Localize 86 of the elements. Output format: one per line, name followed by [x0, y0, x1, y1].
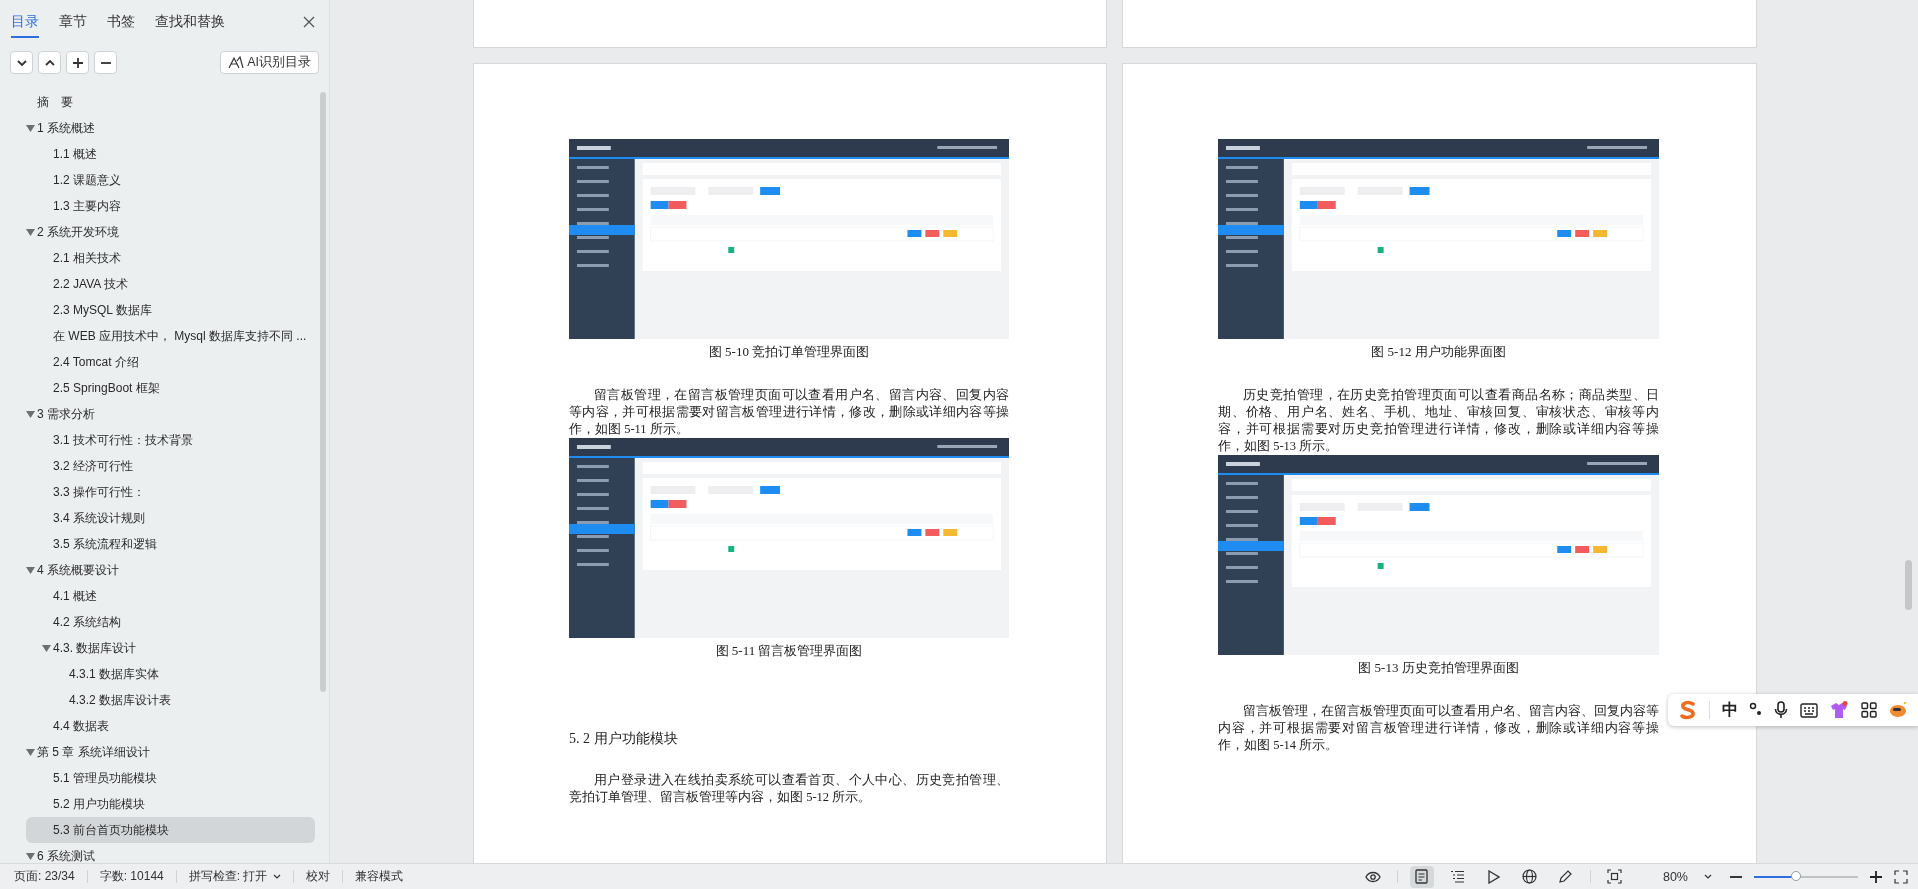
triangle-icon[interactable] [26, 566, 35, 574]
toc-item[interactable]: 2.3 MySQL 数据库 [26, 297, 315, 323]
paragraph: 用户登录进入在线拍卖系统可以查看首页、个人中心、历史竞拍管理、竞拍订单管理、留言板管理等内容，如图 5-12 所示。 [569, 772, 1009, 806]
toc-item[interactable]: 5.1 管理员功能模块 [26, 765, 315, 791]
toc-item[interactable]: 2.2 JAVA 技术 [26, 271, 315, 297]
toc-item[interactable]: 在 WEB 应用技术中， Mysql 数据库支持不同 ... [26, 323, 315, 349]
shirt-icon[interactable] [1829, 701, 1850, 719]
toc-item[interactable]: 4.3. 数据库设计 [26, 635, 315, 661]
page-count[interactable]: 页面: 23/34 [14, 868, 75, 885]
ai-toc-button[interactable]: AI识别目录 [220, 51, 319, 74]
toc-item[interactable]: 3.5 系统流程和逻辑 [26, 531, 315, 557]
close-icon[interactable] [303, 16, 315, 28]
toc-item[interactable]: 3.2 经济可行性 [26, 453, 315, 479]
sidebar-tab[interactable]: 查找和替换 [155, 10, 225, 38]
expand-button[interactable] [66, 51, 89, 74]
collapse-button[interactable] [94, 51, 117, 74]
toc-item[interactable]: 3.4 系统设计规则 [26, 505, 315, 531]
triangle-icon[interactable] [26, 124, 35, 132]
view-button[interactable] [1409, 865, 1434, 888]
punctuation-icon[interactable] [1749, 702, 1764, 718]
toc-item[interactable]: 2.1 相关技术 [26, 245, 315, 271]
compat-mode-label: 兼容模式 [355, 868, 404, 885]
caret-icon [1704, 874, 1712, 879]
toc-item[interactable]: 3.1 技术可行性：技术背景 [26, 427, 315, 453]
keyboard-icon[interactable] [1799, 702, 1818, 718]
toc-item[interactable]: 5.2 用户功能模块 [26, 791, 315, 817]
toc-item[interactable]: 4.1 概述 [26, 583, 315, 609]
scrollbar[interactable] [1905, 560, 1912, 610]
grid-icon[interactable] [1860, 702, 1877, 718]
figure-caption: 图 5-13 历史竞拍管理界面图 [1357, 659, 1520, 677]
play-icon [1487, 869, 1501, 884]
ai-icon [228, 56, 245, 69]
toc-item[interactable]: 2 系统开发环境 [26, 219, 315, 245]
paragraph: 留言板管理，在留言板管理页面可以查看用户名、留言内容、回复内容等内容，并可根据需要对留言板管理进行详情，修改，删除或详细内容等操作，如图 5-14 所示。 [1218, 703, 1659, 754]
fit-icon [1607, 869, 1623, 884]
toc-item[interactable]: 2.4 Tomcat 介绍 [26, 349, 315, 375]
pen-icon [1558, 869, 1574, 884]
paragraph: 历史竞拍管理，在历史竞拍管理页面可以查看商品名称；商品类型、日期、价格、用户名、姓名、手机、地址、审核回复、审核状态、审核等内容，并可根据需要对历史竞拍管理进行详情，修改，删除或详细内容等操作，如图 5-13 所示。 [1218, 387, 1659, 455]
figure-caption: 图 5-10 竞拍订单管理界面图 [707, 343, 871, 361]
toc-item[interactable]: 4.2 系统结构 [26, 609, 315, 635]
sidebar-tab[interactable]: 章节 [59, 10, 87, 38]
page-icon [1415, 869, 1429, 884]
sidebar-tab[interactable]: 书签 [107, 10, 135, 38]
toc-item[interactable]: 4.4 数据表 [26, 713, 315, 739]
spell-check-dropdown[interactable]: 拼写检查: 打开 [188, 868, 282, 885]
globe-icon [1522, 869, 1538, 884]
triangle-icon[interactable] [26, 852, 35, 860]
toc-item[interactable]: 1.1 概述 [26, 141, 315, 167]
mascot-icon[interactable] [1888, 702, 1909, 718]
toc-item[interactable]: 1.3 主要内容 [26, 193, 315, 219]
word-count[interactable]: 字数: 10144 [99, 868, 164, 885]
toc-item[interactable]: 4.3.1 数据库实体 [26, 661, 315, 687]
triangle-icon[interactable] [26, 228, 35, 236]
microphone-icon[interactable] [1774, 701, 1789, 719]
figure-caption: 图 5-11 留言板管理界面图 [714, 642, 864, 660]
toc-item[interactable]: 3.3 操作可行性： [26, 479, 315, 505]
toc-item[interactable]: 1 系统概述 [26, 115, 315, 141]
figure-caption: 图 5-12 用户功能界面图 [1370, 343, 1507, 361]
toc-item[interactable]: 2.5 SpringBoot 框架 [26, 375, 315, 401]
toc-item[interactable]: 摘 要 [26, 89, 315, 115]
proofread-link[interactable]: 校对 [306, 868, 331, 885]
section-heading: 5. 2 用户功能模块 [569, 730, 679, 748]
toc-item[interactable]: 4.3.2 数据库设计表 [26, 687, 315, 713]
plus-icon [71, 56, 84, 69]
triangle-icon[interactable] [26, 410, 35, 418]
paragraph: 留言板管理，在留言板管理页面可以查看用户名、留言内容、回复内容等内容，并可根据需要对留言板管理进行详情，修改，删除或详细内容等操作，如图 5-11 所示。 [569, 387, 1009, 438]
toc-item[interactable]: 第 5 章 系统详细设计 [26, 739, 315, 765]
scrollbar[interactable] [320, 92, 326, 692]
sidebar-tab[interactable]: 目录 [11, 10, 39, 38]
toc-item[interactable]: 4 系统概要设计 [26, 557, 315, 583]
toc-item[interactable]: 1.2 课题意义 [26, 167, 315, 193]
caret-icon [273, 874, 282, 879]
expand-up-button[interactable] [38, 51, 61, 74]
toc-item[interactable]: 5.3 前台首页功能模块 [26, 817, 315, 843]
toc-item[interactable]: 3 需求分析 [26, 401, 315, 427]
triangle-icon[interactable] [42, 644, 51, 652]
s-logo-icon[interactable] [1677, 700, 1698, 720]
outline-icon [1450, 870, 1466, 883]
zoom-dropdown[interactable]: 80% [1656, 868, 1718, 885]
collapse-down-button[interactable] [10, 51, 33, 74]
input-mode-toggle[interactable]: 中 [1721, 699, 1738, 721]
fullscreen-icon[interactable] [1894, 869, 1908, 884]
toc-item[interactable]: 6 系统测试 [26, 843, 315, 863]
eye-icon [1364, 870, 1381, 883]
zoom-in-icon[interactable] [1870, 870, 1882, 883]
triangle-icon[interactable] [26, 748, 35, 756]
